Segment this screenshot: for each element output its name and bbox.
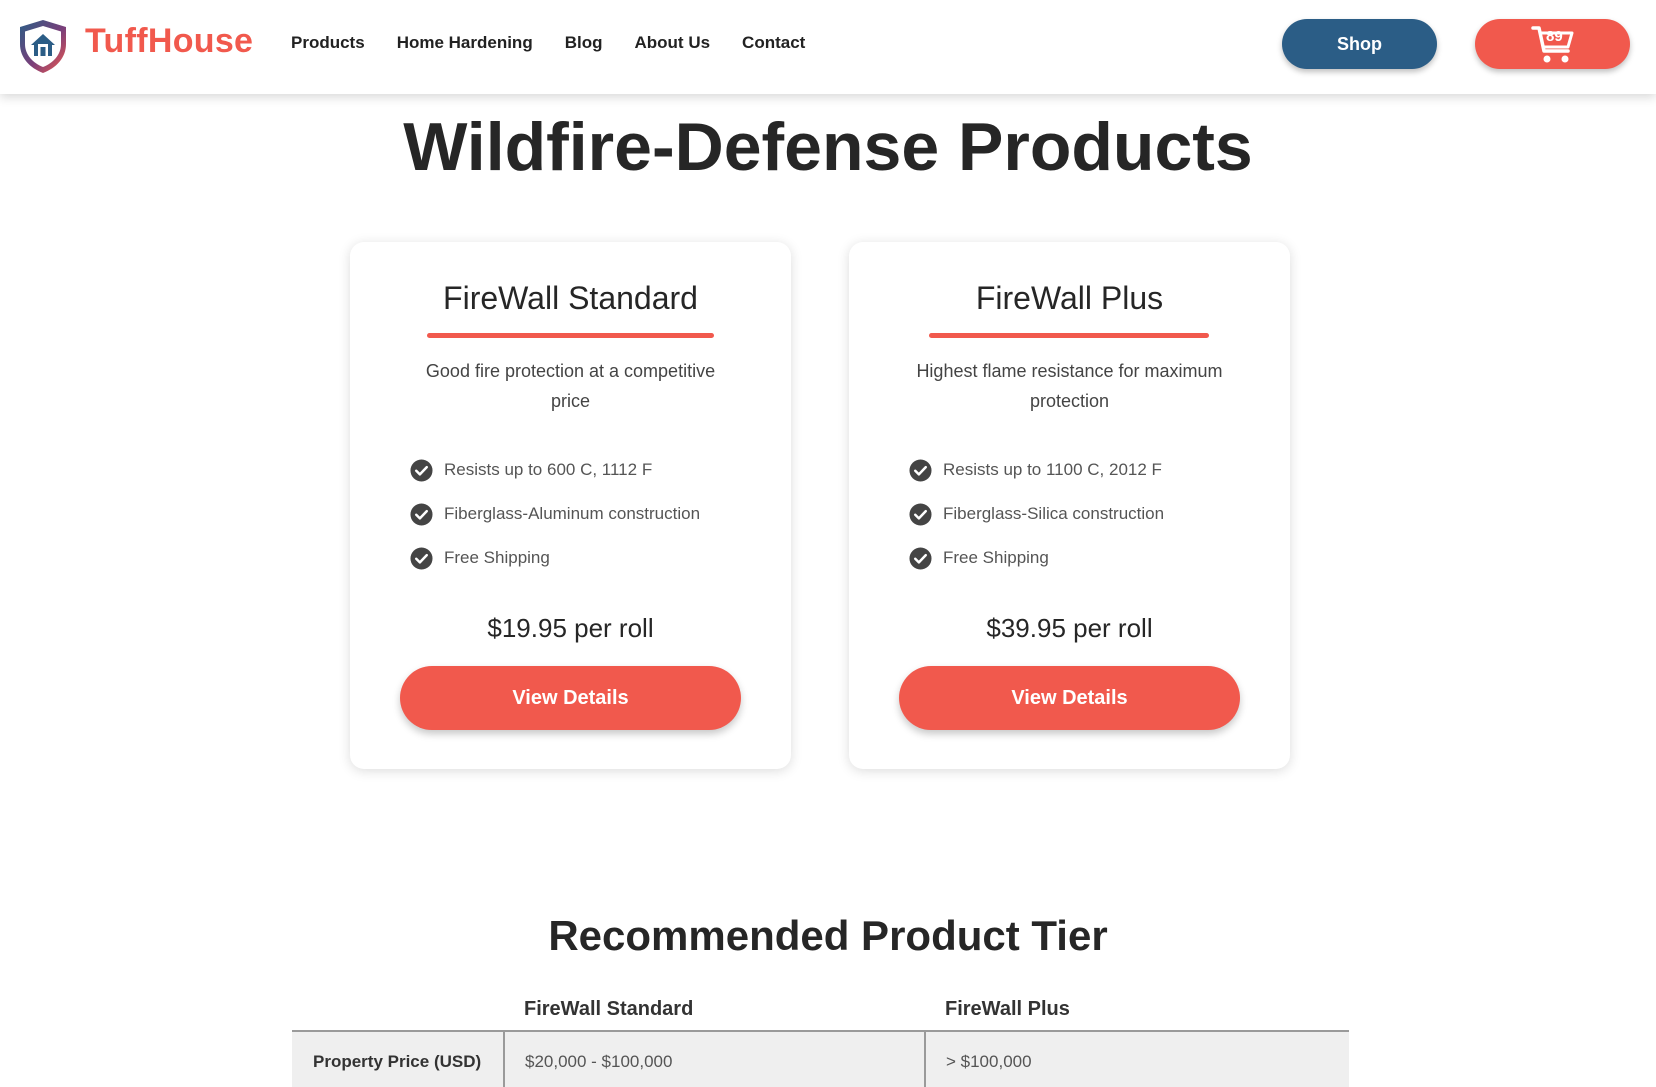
nav-about-us[interactable]: About Us bbox=[635, 33, 711, 53]
table-cell: > $100,000 bbox=[946, 1052, 1032, 1071]
nav-contact[interactable]: Contact bbox=[742, 33, 805, 53]
check-circle-icon bbox=[909, 502, 932, 526]
column-divider bbox=[503, 1032, 505, 1087]
title-underline bbox=[427, 333, 714, 338]
product-card-plus: FireWall Plus Highest flame resistance f… bbox=[849, 242, 1290, 769]
section-title: Recommended Product Tier bbox=[548, 912, 1108, 959]
product-name: FireWall Plus bbox=[975, 280, 1164, 316]
column-header: FireWall Standard bbox=[524, 998, 694, 1020]
feature-text: Resists up to 1100 C, 2012 F bbox=[943, 460, 1162, 479]
table-row: Property Price (USD) $20,000 - $100,000 … bbox=[292, 1032, 1349, 1087]
nav-blog[interactable]: Blog bbox=[565, 33, 603, 53]
shield-house-icon[interactable] bbox=[17, 18, 69, 74]
site-header: TuffHouse Products Home Hardening Blog A… bbox=[0, 0, 1656, 94]
tier-table-header: FireWall Standard FireWall Plus bbox=[292, 990, 1349, 1032]
tier-table: FireWall Standard FireWall Plus Property… bbox=[292, 990, 1349, 1087]
main-nav: Products Home Hardening Blog About Us Co… bbox=[291, 33, 837, 53]
feature-item: Fiberglass-Aluminum construction bbox=[410, 492, 700, 536]
check-circle-icon bbox=[909, 546, 932, 570]
check-circle-icon bbox=[410, 546, 433, 570]
feature-text: Free Shipping bbox=[943, 548, 1049, 567]
feature-item: Free Shipping bbox=[410, 536, 700, 580]
check-circle-icon bbox=[410, 502, 433, 526]
feature-text: Free Shipping bbox=[444, 548, 550, 567]
nav-products[interactable]: Products bbox=[291, 33, 365, 53]
cart-count-badge: 89 bbox=[1546, 28, 1563, 45]
feature-item: Resists up to 600 C, 1112 F bbox=[410, 448, 700, 492]
column-divider bbox=[924, 1032, 926, 1087]
page-title: Wildfire-Defense Products bbox=[403, 109, 1253, 185]
product-price: $39.95 per roll bbox=[986, 613, 1153, 643]
check-circle-icon bbox=[410, 458, 433, 482]
cart-button[interactable]: 89 bbox=[1475, 19, 1630, 69]
check-circle-icon bbox=[909, 458, 932, 482]
view-details-button[interactable]: View Details bbox=[899, 666, 1240, 730]
feature-text: Fiberglass-Aluminum construction bbox=[444, 504, 701, 523]
feature-item: Free Shipping bbox=[909, 536, 1164, 580]
product-name: FireWall Standard bbox=[443, 280, 698, 316]
product-card-standard: FireWall Standard Good fire protection a… bbox=[350, 242, 791, 769]
product-price: $19.95 per roll bbox=[487, 613, 654, 643]
title-underline bbox=[929, 333, 1209, 338]
nav-home-hardening[interactable]: Home Hardening bbox=[397, 33, 533, 53]
feature-item: Fiberglass-Silica construction bbox=[909, 492, 1164, 536]
feature-list: Resists up to 1100 C, 2012 F Fiberglass-… bbox=[909, 448, 1164, 580]
feature-item: Resists up to 1100 C, 2012 F bbox=[909, 448, 1164, 492]
view-details-button[interactable]: View Details bbox=[400, 666, 741, 730]
column-header: FireWall Plus bbox=[945, 998, 1070, 1020]
product-description: Good fire protection at a competitive pr… bbox=[425, 361, 716, 411]
feature-text: Fiberglass-Silica construction bbox=[943, 504, 1165, 523]
shop-button[interactable]: Shop bbox=[1282, 19, 1437, 69]
feature-text: Resists up to 600 C, 1112 F bbox=[444, 460, 653, 479]
table-cell: $20,000 - $100,000 bbox=[525, 1052, 673, 1071]
feature-list: Resists up to 600 C, 1112 F Fiberglass-A… bbox=[410, 448, 700, 580]
row-label: Property Price (USD) bbox=[313, 1052, 482, 1071]
product-description: Highest flame resistance for maximum pro… bbox=[916, 361, 1223, 411]
brand-name[interactable]: TuffHouse bbox=[85, 22, 253, 61]
